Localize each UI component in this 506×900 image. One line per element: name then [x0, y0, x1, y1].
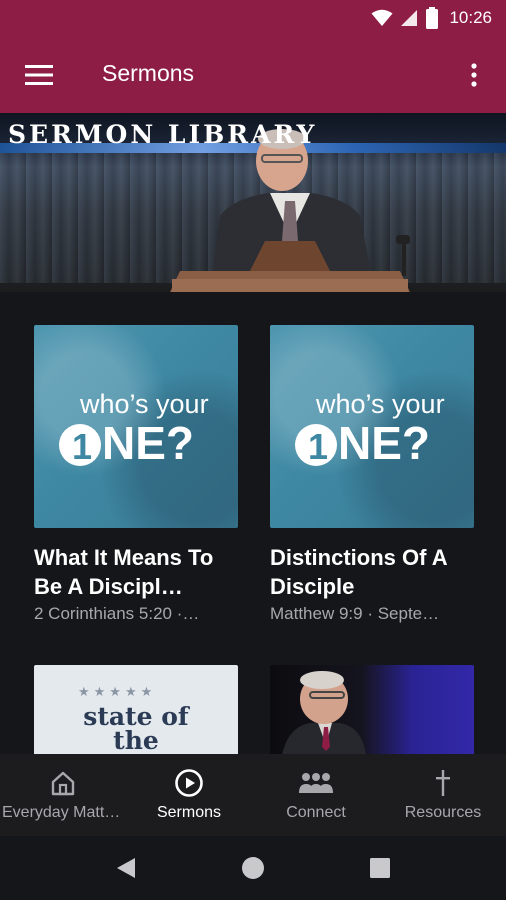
nav-item-connect[interactable]: Connect	[253, 754, 379, 836]
svg-text:NE?: NE?	[102, 417, 194, 469]
svg-text:who’s your: who’s your	[79, 389, 209, 419]
cell-signal-icon	[401, 10, 418, 26]
sermon-artwork: who’s your 1 NE?	[270, 325, 474, 528]
svg-text:who’s your: who’s your	[315, 389, 445, 419]
status-bar: 10:26	[0, 0, 506, 36]
nav-label: Resources	[404, 804, 482, 821]
svg-text:1: 1	[308, 426, 328, 467]
more-vert-icon	[471, 63, 477, 87]
banner-title: Sermon Library	[8, 120, 318, 149]
bottom-navigation: Everyday Matte… Sermons Connect Resource…	[0, 754, 506, 836]
sermon-artwork: who’s your 1 NE?	[34, 325, 238, 528]
hamburger-menu-icon	[25, 65, 53, 85]
speaker-image	[282, 671, 366, 755]
sermon-subtitle: 2 Corinthians 5:20 ·…	[34, 604, 200, 623]
recents-button[interactable]	[350, 848, 410, 888]
nav-label: Connect	[286, 804, 346, 821]
svg-text:1: 1	[72, 426, 92, 467]
artwork-text-line2: the	[113, 726, 159, 755]
sermon-title: Distinctions Of A Disciple	[270, 545, 447, 599]
system-navigation-bar	[0, 836, 506, 900]
svg-text:NE?: NE?	[338, 417, 430, 469]
sermon-artwork: ★★★★★ state of the	[34, 665, 238, 755]
sermon-card[interactable]: who’s your 1 NE? What It Means To Be A D…	[34, 325, 238, 624]
nav-item-sermons[interactable]: Sermons	[126, 754, 252, 836]
nav-item-resources[interactable]: Resources	[380, 754, 506, 836]
recents-square-icon	[370, 858, 390, 878]
home-button[interactable]	[223, 848, 283, 888]
wifi-icon	[371, 9, 393, 26]
whos-your-one-logo: who’s your 1 NE?	[295, 389, 445, 469]
sermon-library-banner: Sermon Library	[0, 113, 506, 292]
whos-your-one-logo: who’s your 1 NE?	[59, 389, 209, 469]
app-bar: Sermons	[0, 36, 506, 113]
nav-item-everyday-matters[interactable]: Everyday Matte…	[0, 754, 126, 836]
play-circle-icon	[175, 769, 203, 797]
sermon-card[interactable]: who’s your 1 NE? Distinctions Of A Disci…	[270, 325, 474, 624]
menu-button[interactable]	[18, 56, 60, 94]
more-options-button[interactable]	[460, 56, 488, 94]
page-title: Sermons	[102, 60, 195, 86]
sermon-card[interactable]: ★★★★★ state of the	[34, 665, 238, 755]
cross-icon	[436, 770, 450, 796]
status-time: 10:26	[449, 8, 492, 27]
battery-icon	[426, 7, 439, 29]
sermon-title: What It Means To Be A Discipl…	[34, 545, 214, 599]
group-icon	[299, 773, 333, 793]
nav-label: Everyday Matte…	[2, 804, 126, 821]
sermon-card[interactable]	[270, 665, 474, 755]
back-triangle-icon	[117, 858, 135, 878]
sermon-artwork	[270, 665, 474, 755]
home-circle-icon	[242, 857, 264, 879]
home-icon	[51, 771, 75, 796]
status-icons: 10:26	[371, 6, 492, 30]
stars-decoration: ★★★★★	[78, 684, 157, 699]
back-button[interactable]	[96, 848, 156, 888]
nav-label: Sermons	[156, 804, 222, 821]
sermon-subtitle: Matthew 9:9 · Septe…	[270, 604, 440, 623]
